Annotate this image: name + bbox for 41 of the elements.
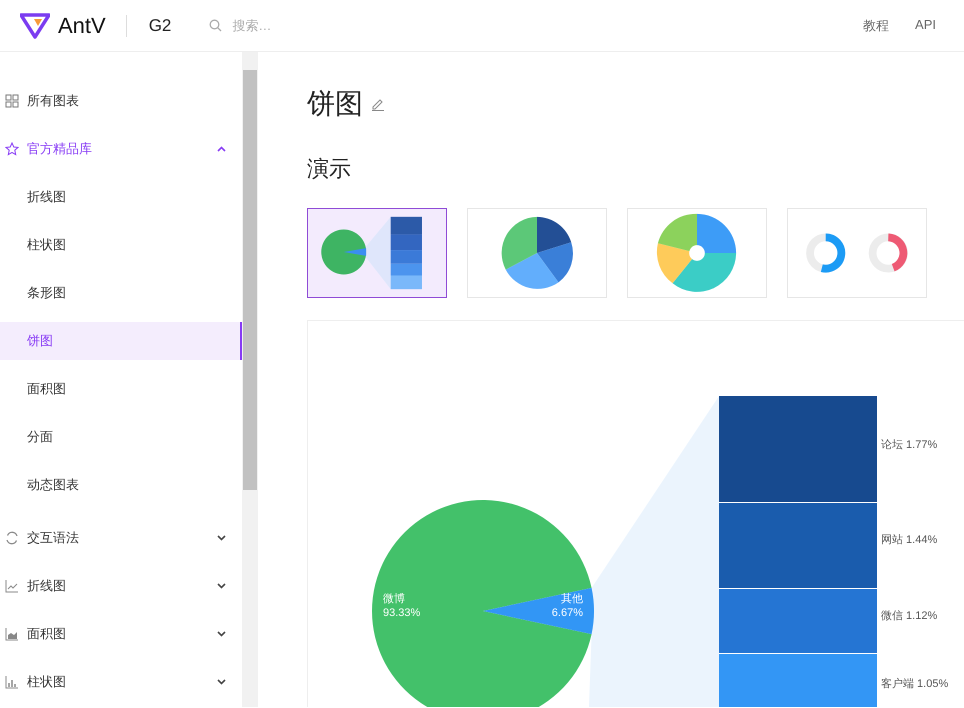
nav-link[interactable]: API	[915, 16, 936, 34]
menu-item[interactable]: 分面	[0, 418, 242, 456]
page-title: 饼图	[307, 87, 363, 121]
menu-item[interactable]: 饼图	[0, 322, 242, 360]
product-name[interactable]: G2	[148, 16, 172, 36]
menu-group[interactable]: 官方精品库	[0, 125, 242, 173]
menu-item[interactable]: 所有图表	[0, 77, 242, 125]
menu-group[interactable]: 面积图	[0, 610, 242, 658]
menu-item[interactable]: 条形图	[0, 274, 242, 312]
bar-label: 论坛 1.77%	[881, 439, 938, 451]
menu-item[interactable]: 面积图	[0, 370, 242, 408]
menu-group[interactable]: 柱状图	[0, 658, 242, 706]
menu-item[interactable]: 折线图	[0, 178, 242, 216]
menu-group[interactable]: 折线图	[0, 562, 242, 610]
antv-logo-icon[interactable]	[20, 12, 50, 38]
nav-link[interactable]: 教程	[863, 16, 890, 34]
scrollbar[interactable]	[242, 52, 258, 707]
slice-label: 其他 6.67%	[552, 593, 583, 619]
chart-thumbnail[interactable]	[307, 208, 447, 298]
menu-group[interactable]: 交互语法	[0, 514, 242, 562]
caret-icon	[217, 535, 226, 541]
search-icon	[209, 19, 222, 32]
bar-label: 网站 1.44%	[881, 534, 938, 546]
area-chart-icon	[5, 627, 19, 641]
caret-icon	[217, 146, 226, 152]
menu-item[interactable]: 动态图表	[0, 466, 242, 504]
bar-label: 客户端 1.05%	[881, 678, 948, 690]
bar-label: 微信 1.12%	[881, 610, 938, 622]
caret-icon	[217, 583, 226, 589]
caret-icon	[217, 631, 226, 637]
bar-chart-icon	[5, 675, 19, 689]
edit-icon[interactable]	[371, 97, 385, 111]
logo-text[interactable]: AntV	[58, 12, 106, 38]
slice-label: 微博 93.33%	[383, 593, 420, 619]
star-icon	[5, 142, 19, 156]
line-chart-icon	[5, 579, 19, 593]
grid-icon	[5, 94, 19, 108]
menu-item[interactable]: 柱状图	[0, 226, 242, 264]
refresh-icon	[5, 531, 19, 545]
caret-icon	[217, 679, 226, 685]
section-heading: 演示	[307, 155, 352, 183]
